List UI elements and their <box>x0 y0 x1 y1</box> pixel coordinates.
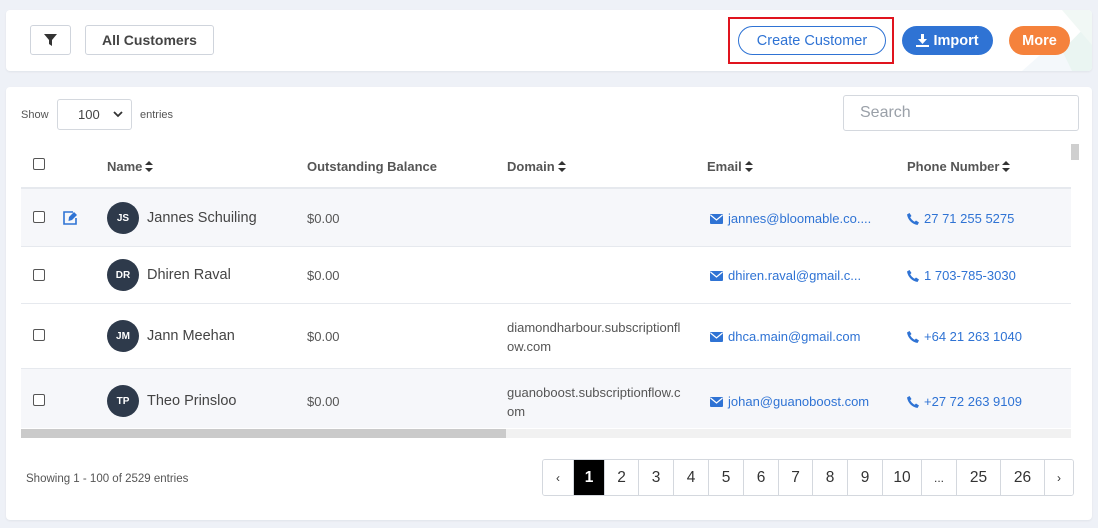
page-25[interactable]: 25 <box>956 460 1000 495</box>
customer-name[interactable]: Jannes Schuiling <box>147 210 257 226</box>
table-header: Name Outstanding Balance Domain Email Ph… <box>21 144 1071 189</box>
avatar: DR <box>107 259 139 291</box>
horizontal-scrollbar[interactable] <box>21 429 1071 438</box>
chevron-down-icon <box>113 111 123 118</box>
column-header-balance[interactable]: Outstanding Balance <box>307 159 437 174</box>
import-label: Import <box>933 32 979 49</box>
page-26[interactable]: 26 <box>1000 460 1044 495</box>
customers-table: Name Outstanding Balance Domain Email Ph… <box>21 144 1071 428</box>
row-checkbox[interactable] <box>33 211 45 223</box>
page-2[interactable]: 2 <box>604 460 638 495</box>
outstanding-balance: $0.00 <box>307 329 340 344</box>
horizontal-scrollbar-thumb[interactable] <box>21 429 506 438</box>
phone-icon <box>907 330 919 343</box>
sort-icon <box>1002 161 1011 172</box>
import-button[interactable]: Import <box>902 26 993 55</box>
all-customers-button[interactable]: All Customers <box>85 25 214 55</box>
outstanding-balance: $0.00 <box>307 268 340 283</box>
entries-value: 100 <box>78 107 100 122</box>
customer-name[interactable]: Theo Prinsloo <box>147 393 236 409</box>
envelope-icon <box>710 396 723 407</box>
edit-icon[interactable] <box>63 211 78 225</box>
download-icon <box>916 34 930 47</box>
domain: diamondharbour.subscriptionflow.com <box>507 320 681 354</box>
row-checkbox[interactable] <box>33 269 45 281</box>
page-3[interactable]: 3 <box>638 460 673 495</box>
table-row[interactable]: DR Dhiren Raval $0.00 dhiren.raval@gmail… <box>21 247 1071 304</box>
row-checkbox[interactable] <box>33 394 45 406</box>
create-customer-button[interactable]: Create Customer <box>738 26 886 55</box>
entries-label: entries <box>140 109 174 121</box>
outstanding-balance: $0.00 <box>307 394 340 409</box>
phone-icon <box>907 395 919 408</box>
avatar: TP <box>107 385 139 417</box>
phone-link[interactable]: +27 72 263 9109 <box>907 394 1022 409</box>
select-all-checkbox[interactable] <box>33 158 45 170</box>
showing-entries-text: Showing 1 - 100 of 2529 entries <box>26 473 189 485</box>
table-row[interactable]: JS Jannes Schuiling $0.00 jannes@bloomab… <box>21 189 1071 247</box>
more-button[interactable]: More <box>1009 26 1070 55</box>
show-label: Show <box>21 109 49 121</box>
email-link[interactable]: johan@guanoboost.com <box>710 394 869 409</box>
pagination-prev[interactable]: ‹ <box>543 460 573 495</box>
customer-name[interactable]: Jann Meehan <box>147 328 235 344</box>
pagination: ‹ 1 2 3 4 5 6 7 8 9 10 ... 25 26 › <box>542 459 1074 496</box>
sort-icon <box>744 161 753 172</box>
column-header-domain[interactable]: Domain <box>507 159 566 174</box>
page-1[interactable]: 1 <box>573 460 604 495</box>
customers-card: Show 100 entries Name Outstanding Balanc… <box>6 87 1092 520</box>
row-checkbox[interactable] <box>33 329 45 341</box>
table-row[interactable]: TP Theo Prinsloo $0.00 guanoboost.subscr… <box>21 369 1071 428</box>
pagination-next[interactable]: › <box>1044 460 1073 495</box>
entries-select[interactable]: 100 <box>57 99 132 130</box>
page-4[interactable]: 4 <box>673 460 708 495</box>
avatar: JM <box>107 320 139 352</box>
phone-icon <box>907 212 919 225</box>
column-header-name[interactable]: Name <box>107 159 154 174</box>
page-5[interactable]: 5 <box>708 460 743 495</box>
column-header-email[interactable]: Email <box>707 159 753 174</box>
avatar: JS <box>107 202 139 234</box>
outstanding-balance: $0.00 <box>307 211 340 226</box>
domain: guanoboost.subscriptionflow.com <box>507 385 681 419</box>
envelope-icon <box>710 213 723 224</box>
envelope-icon <box>710 331 723 342</box>
envelope-icon <box>710 270 723 281</box>
filter-icon <box>44 33 57 46</box>
email-link[interactable]: jannes@bloomable.co.... <box>710 211 871 226</box>
sort-icon <box>557 161 566 172</box>
page-9[interactable]: 9 <box>847 460 882 495</box>
phone-icon <box>907 269 919 282</box>
sort-icon <box>145 161 154 172</box>
table-row[interactable]: JM Jann Meehan $0.00 diamondharbour.subs… <box>21 304 1071 369</box>
phone-link[interactable]: 1 703-785-3030 <box>907 268 1016 283</box>
phone-link[interactable]: +64 21 263 1040 <box>907 329 1022 344</box>
vertical-scrollbar[interactable] <box>1071 144 1079 160</box>
page-6[interactable]: 6 <box>743 460 778 495</box>
email-link[interactable]: dhca.main@gmail.com <box>710 329 860 344</box>
search-input[interactable] <box>843 95 1079 131</box>
page-7[interactable]: 7 <box>778 460 812 495</box>
page-10[interactable]: 10 <box>882 460 921 495</box>
pagination-ellipsis: ... <box>921 460 956 495</box>
filter-button[interactable] <box>30 25 71 55</box>
email-link[interactable]: dhiren.raval@gmail.c... <box>710 268 861 283</box>
column-header-phone[interactable]: Phone Number <box>907 159 1011 174</box>
top-toolbar: All Customers Create Customer Import Mor… <box>6 10 1092 71</box>
page-8[interactable]: 8 <box>812 460 847 495</box>
phone-link[interactable]: 27 71 255 5275 <box>907 211 1014 226</box>
customer-name[interactable]: Dhiren Raval <box>147 267 231 283</box>
